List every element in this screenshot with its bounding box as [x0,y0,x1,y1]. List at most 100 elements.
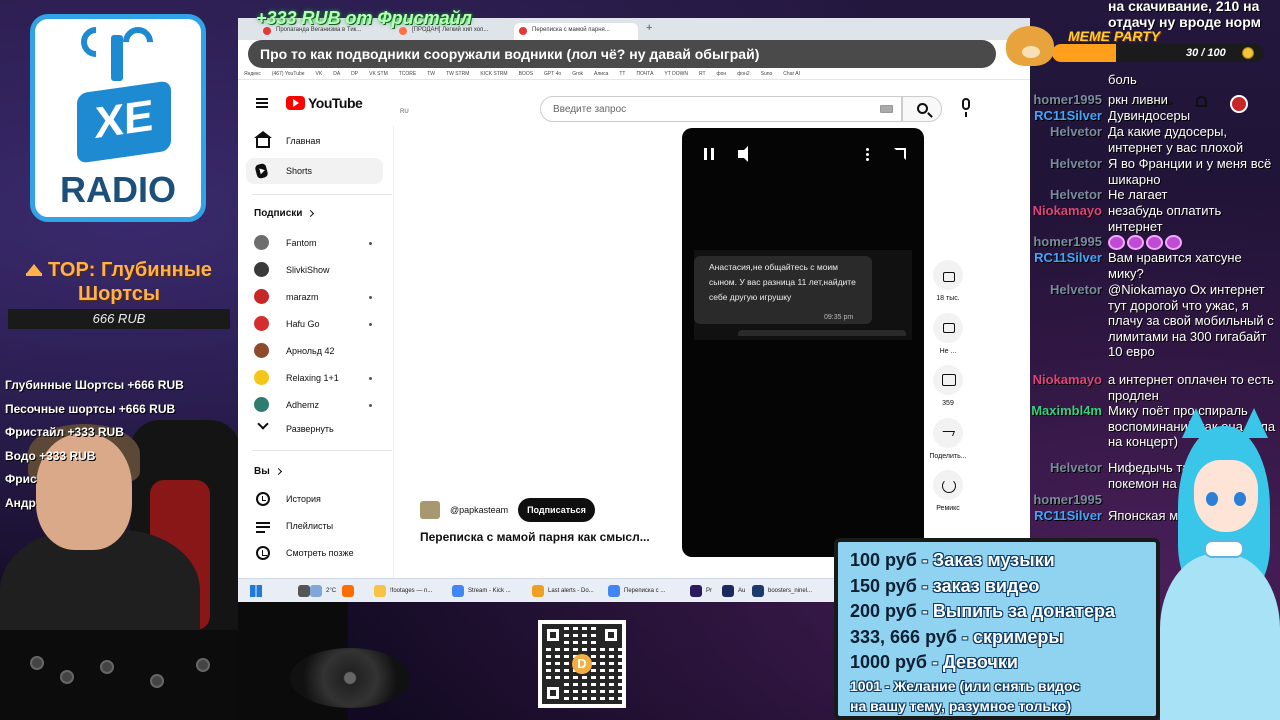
subscription-item[interactable]: Fantom [254,234,376,254]
bookmark-item[interactable]: TW STRM [446,71,469,77]
subscription-item[interactable]: Adhemz [254,396,376,416]
share-icon[interactable] [933,417,963,448]
like-icon[interactable] [933,260,963,290]
qr-finder [600,624,622,646]
bookmark-item[interactable]: (467) YouTube [272,71,305,77]
subscription-item[interactable]: Арнольд 42 [254,342,376,362]
comment-icon[interactable] [933,365,963,395]
youtube-wordmark: YouTube [308,95,363,111]
taskbar-app[interactable]: Stream - Kick ... [450,583,524,599]
video-title[interactable]: Переписка с мамой парня как смысл... [420,530,670,544]
subscription-item[interactable]: Relaxing 1+1 [254,369,376,389]
taskbar-app[interactable]: Pr [688,583,714,599]
bookmark-item[interactable]: GPT 4o [544,71,561,77]
action-comment[interactable]: 359 [924,365,972,407]
remix-icon[interactable] [933,470,963,500]
channel-name[interactable]: @papkasteam [450,505,508,515]
chat-username[interactable]: Helvetor [1050,187,1102,203]
taskbar-app[interactable]: Au [720,583,746,599]
bookmark-item[interactable]: фон2 [737,71,749,77]
chat-username[interactable]: Niokamayo [1033,203,1102,219]
bookmark-item[interactable]: DA [333,71,340,77]
chat-username[interactable]: Niokamayo [1033,372,1102,388]
taskbar-app[interactable]: 2°C [308,583,338,599]
search-button[interactable] [902,96,942,122]
bookmark-item[interactable]: TW [427,71,435,77]
bookmark-item[interactable]: Char AI [783,71,800,77]
channel-avatar [254,343,269,358]
subscription-item[interactable]: Hafu Go [254,315,376,335]
bookmark-item[interactable]: KICK STRM [480,71,507,77]
fullscreen-icon[interactable] [894,148,906,160]
subscribe-button[interactable]: Подписаться [518,498,595,522]
action-dislike[interactable]: Не ... [924,312,972,355]
chat-username[interactable]: homer1995 [1033,234,1102,250]
subscription-item[interactable]: marazm [254,288,376,308]
taskbar-label: boosters_ninel... [768,588,813,594]
chat-username[interactable]: RC11Silver [1034,250,1102,266]
bookmark-item[interactable]: Яндекс [244,71,261,77]
subscriptions-title[interactable]: Подписки [254,208,315,219]
action-share[interactable]: Поделить... [924,417,972,460]
taskbar-label: Переписка с ... [624,588,666,594]
chat-username[interactable]: homer1995 [1033,492,1102,508]
bookmark-item[interactable]: TT [619,71,625,77]
chat-username[interactable]: Helvetor [1050,124,1102,140]
donor-entry: Песочные шортсы +666 RUB [5,401,176,416]
microphone-icon[interactable] [962,98,970,117]
bookmark-item[interactable]: YT DOWN [664,71,688,77]
bookmark-item[interactable]: RT [699,71,706,77]
shorts-player[interactable]: Анастасия,не общайтесь с моим сыном. У в… [682,128,924,557]
more-options-icon[interactable] [866,148,869,151]
bookmark-item[interactable]: Grok [572,71,583,77]
nav-item-playlists[interactable]: Плейлисты [246,513,383,539]
nav-item-home[interactable]: Главная [246,128,383,154]
taskbar-label: 2°C [326,588,337,594]
subscription-item[interactable]: SlivkiShow [254,261,376,281]
chat-username[interactable]: Maximbl4m [1031,403,1102,419]
bookmark-item[interactable]: DP [351,71,358,77]
app-icon [608,585,620,597]
taskbar-app[interactable]: !footages — n... [372,583,444,599]
new-tab-button[interactable]: + [646,22,652,34]
bookmark-item[interactable]: Алиса [594,71,608,77]
you-section-title[interactable]: Вы [254,466,282,477]
nav-item-shorts[interactable]: Shorts [246,158,383,184]
channel-avatar[interactable] [420,501,440,519]
chat-username[interactable]: homer1995 [1033,92,1102,108]
nav-item-history[interactable]: История [246,486,383,512]
taskbar-app[interactable] [340,583,366,599]
chat-username[interactable]: RC11Silver [1034,108,1102,124]
pause-icon[interactable] [704,148,714,160]
chat-username[interactable]: Helvetor [1050,460,1102,476]
chat-username[interactable]: Helvetor [1050,282,1102,298]
bookmark-item[interactable]: TCORE [399,71,417,77]
bookmark-item[interactable]: VK [316,71,323,77]
new-content-dot [369,404,372,407]
bookmark-item[interactable]: фон [717,71,727,77]
chat-username[interactable]: Helvetor [1050,156,1102,172]
expand-button[interactable]: Развернуть [246,416,383,442]
dislike-icon[interactable] [933,312,963,343]
taskbar-app[interactable]: boosters_ninel... [750,583,826,599]
volume-icon[interactable] [738,146,748,162]
search-icon [917,103,928,114]
chat-username[interactable]: RC11Silver [1034,508,1102,524]
bookmark-item[interactable]: BOOS [519,71,533,77]
taskbar-app[interactable]: Переписка с ... [606,583,682,599]
nav-item-watch-later[interactable]: Смотреть позже [246,540,383,566]
bookmark-item[interactable]: ПОЧТА [636,71,653,77]
price-desc: - Заказ музыки [916,550,1055,570]
action-like[interactable]: 18 тыс. [924,260,972,302]
emote-icon [1146,235,1163,251]
menu-icon[interactable] [256,98,268,108]
keyboard-icon[interactable] [880,105,893,113]
knob-icon [30,656,44,670]
browser-tab[interactable]: Переписка с мамой парня... [514,23,638,40]
search-input[interactable]: Введите запрос [540,96,902,122]
action-remix[interactable]: Ремикс [924,470,972,512]
taskbar-app[interactable]: Last alerts - Do... [530,583,600,599]
windows-start-icon[interactable] [250,585,262,597]
bookmark-item[interactable]: Suno [761,71,773,77]
bookmark-item[interactable]: VK STM [369,71,388,77]
